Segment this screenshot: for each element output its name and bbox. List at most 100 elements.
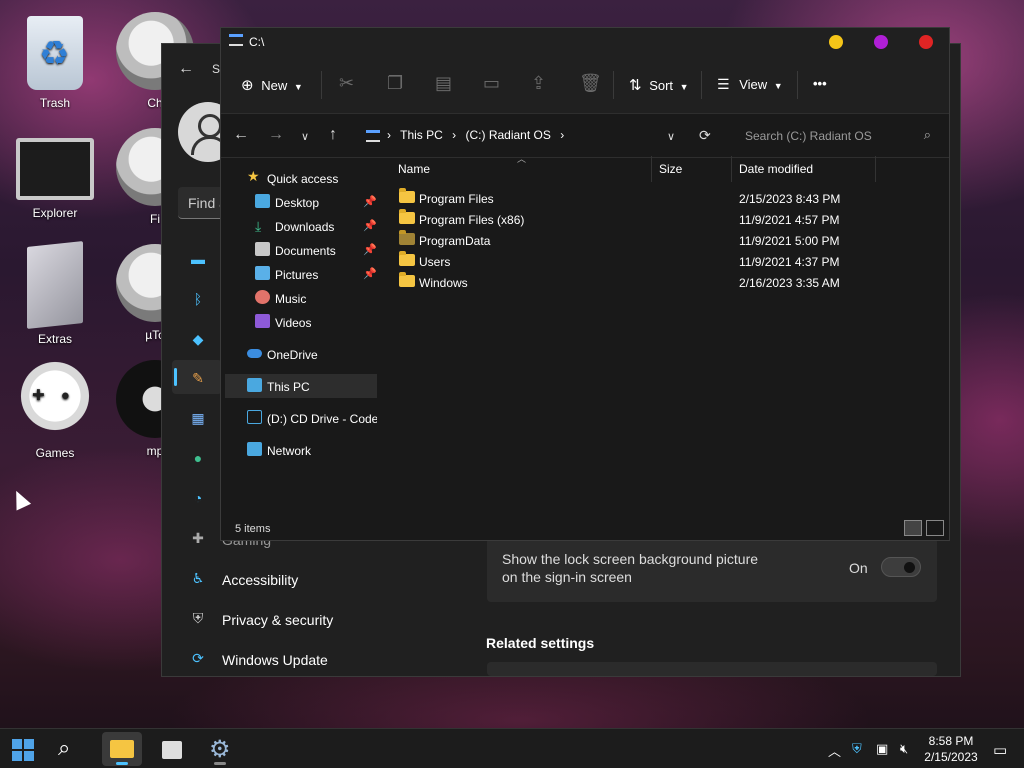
desktop-icon-trash[interactable]: Trash [10,12,100,110]
more-options-button[interactable]: ••• [813,76,827,91]
desktop-icon-label: Extras [37,332,72,346]
desktop-icon-extras[interactable]: Extras [10,241,100,346]
refresh-icon[interactable]: ⟳ [190,650,206,666]
gamepad-icon[interactable]: ✚ [190,530,206,546]
refresh-icon[interactable]: ⟳ [699,127,711,144]
up-arrow-icon[interactable]: ↑ [329,126,337,144]
network-icon[interactable]: ▣ [876,741,888,757]
minimize-button[interactable] [829,35,843,49]
sort-button[interactable]: ⇅ Sort ▼ [629,76,689,94]
sidebar-item-pictures[interactable]: Pictures 📌 [221,262,381,286]
bluetooth-icon: ᛒ [193,291,203,307]
taskbar-file-explorer[interactable] [102,732,142,766]
notification-icon[interactable]: ▭ [993,741,1007,759]
back-arrow-icon[interactable]: ← [233,126,249,144]
sidebar-item-documents[interactable]: Documents 📌 [221,238,381,262]
desktop-icon-label: Explorer [32,206,78,220]
breadcrumb-item-this-pc[interactable]: This PC [400,128,443,142]
pictures-icon [255,266,270,280]
start-button[interactable] [12,739,34,761]
chevron-right-icon: › [387,128,391,142]
nav-item-accessibility[interactable]: Accessibility [222,572,298,588]
file-name: Windows [419,276,468,290]
close-button[interactable] [919,35,933,49]
taskbar: ⌕ ⚙ ︿ ⛨ ▣ 🔇︎ 8:58 PM 2/15/2023 ▭ [0,728,1024,768]
delete-icon[interactable]: 🗑 [579,73,602,94]
nav-item-privacy[interactable]: Privacy & security [222,612,333,628]
column-divider[interactable] [651,156,652,182]
column-divider[interactable] [731,156,732,182]
sidebar-item-music[interactable]: Music [221,286,381,310]
forward-arrow-icon[interactable]: → [268,126,284,144]
brush-icon[interactable]: ✎ [190,370,206,386]
lock-screen-setting-label: Show the lock screen background picture … [502,551,759,585]
recycle-bin-icon [27,16,83,90]
sidebar-item-network[interactable]: Network [221,438,381,462]
back-arrow-icon[interactable]: ← [178,60,194,78]
desktop-icon-games[interactable]: Games [10,360,100,460]
view-label: View [739,77,768,92]
details-view-button[interactable] [904,520,922,536]
sidebar-item-downloads[interactable]: ⤓ Downloads 📌 [221,214,381,238]
sidebar-item-onedrive[interactable]: OneDrive [221,342,381,366]
file-row[interactable]: Program Files 2/15/2023 8:43 PM [397,188,947,209]
column-divider[interactable] [875,156,876,182]
view-button[interactable]: ☰ View ▼ [717,76,783,93]
tiles-view-button[interactable] [926,520,944,536]
related-settings-card[interactable] [487,662,937,676]
column-header-name[interactable]: Name [398,162,430,176]
sidebar-item-this-pc[interactable]: This PC [225,374,377,398]
file-explorer-window[interactable]: C:\ ⊕ New ▼ ✂ ❐ ▤ ▭ ⇪ 🗑 ⇅ Sort ▼ ☰ View … [220,27,950,541]
cut-icon[interactable]: ✂ [339,73,354,94]
breadcrumb-item-drive[interactable]: (C:) Radiant OS [466,128,551,142]
time-language-icon[interactable]: ◔ [190,490,206,506]
window-title: C:\ [249,35,265,49]
file-row[interactable]: ProgramData 11/9/2021 5:00 PM [397,230,947,251]
desktop-icon-explorer[interactable]: Explorer [10,128,100,220]
volume-muted-icon[interactable]: 🔇︎ [900,741,908,757]
new-button[interactable]: ⊕ New ▼ [241,76,303,94]
sidebar-item-videos[interactable]: Videos [221,310,381,334]
column-header-date[interactable]: Date modified [739,162,813,176]
pin-icon[interactable]: 📌 [363,195,377,208]
chevron-up-icon[interactable]: ︿ [828,741,841,760]
breadcrumb[interactable]: › This PC › (C:) Radiant OS › [387,128,570,142]
file-row[interactable]: Program Files (x86) 11/9/2021 4:57 PM [397,209,947,230]
sidebar-item-quick-access[interactable]: ★ Quick access [221,166,381,190]
address-bar: ← → ∨ ↑ › This PC › (C:) Radiant OS › ∨ … [221,114,949,158]
paste-icon[interactable]: ▤ [435,73,452,94]
apps-icon[interactable]: ▦ [190,410,206,426]
recent-locations-chevron-icon[interactable]: ∨ [301,130,309,143]
nav-item-windows-update[interactable]: Windows Update [222,652,328,668]
clock[interactable]: 8:58 PM 2/15/2023 [920,733,982,765]
taskbar-store[interactable] [152,732,192,766]
sidebar-item-label: Videos [275,316,312,330]
taskbar-settings[interactable]: ⚙ [200,732,240,766]
plus-circle-icon: ⊕ [241,77,254,94]
pin-icon[interactable]: 📌 [363,243,377,256]
file-row[interactable]: Windows 2/16/2023 3:35 AM [397,272,947,293]
shield-icon[interactable]: ⛨ [190,610,206,626]
title-bar[interactable]: C:\ [221,28,949,56]
maximize-button[interactable] [874,35,888,49]
sidebar-item-desktop[interactable]: Desktop 📌 [221,190,381,214]
drive-icon [229,34,243,46]
pin-icon[interactable]: 📌 [363,267,377,280]
security-shield-icon[interactable]: ⛨ [852,741,862,757]
sidebar-item-cd-drive[interactable]: (D:) CD Drive - Code [221,406,381,430]
file-row[interactable]: Users 11/9/2021 4:37 PM [397,251,947,272]
rename-icon[interactable]: ▭ [483,73,500,94]
column-header-size[interactable]: Size [659,162,682,176]
copy-icon[interactable]: ❐ [387,73,403,94]
status-item-count: 5 items [235,523,271,535]
address-dropdown-icon[interactable]: ∨ [667,130,675,143]
accessibility-icon[interactable]: ♿ [190,570,206,586]
lock-screen-toggle[interactable] [881,557,921,577]
share-icon[interactable]: ⇪ [531,73,546,94]
accounts-icon[interactable]: ● [190,450,206,466]
sidebar-item-label: (D:) CD Drive - Code [267,412,377,426]
network-icon [247,442,262,456]
search-icon[interactable]: ⌕ [58,735,70,761]
pin-icon[interactable]: 📌 [363,219,377,232]
search-input[interactable]: Search (C:) Radiant OS ⌕ [737,122,937,150]
